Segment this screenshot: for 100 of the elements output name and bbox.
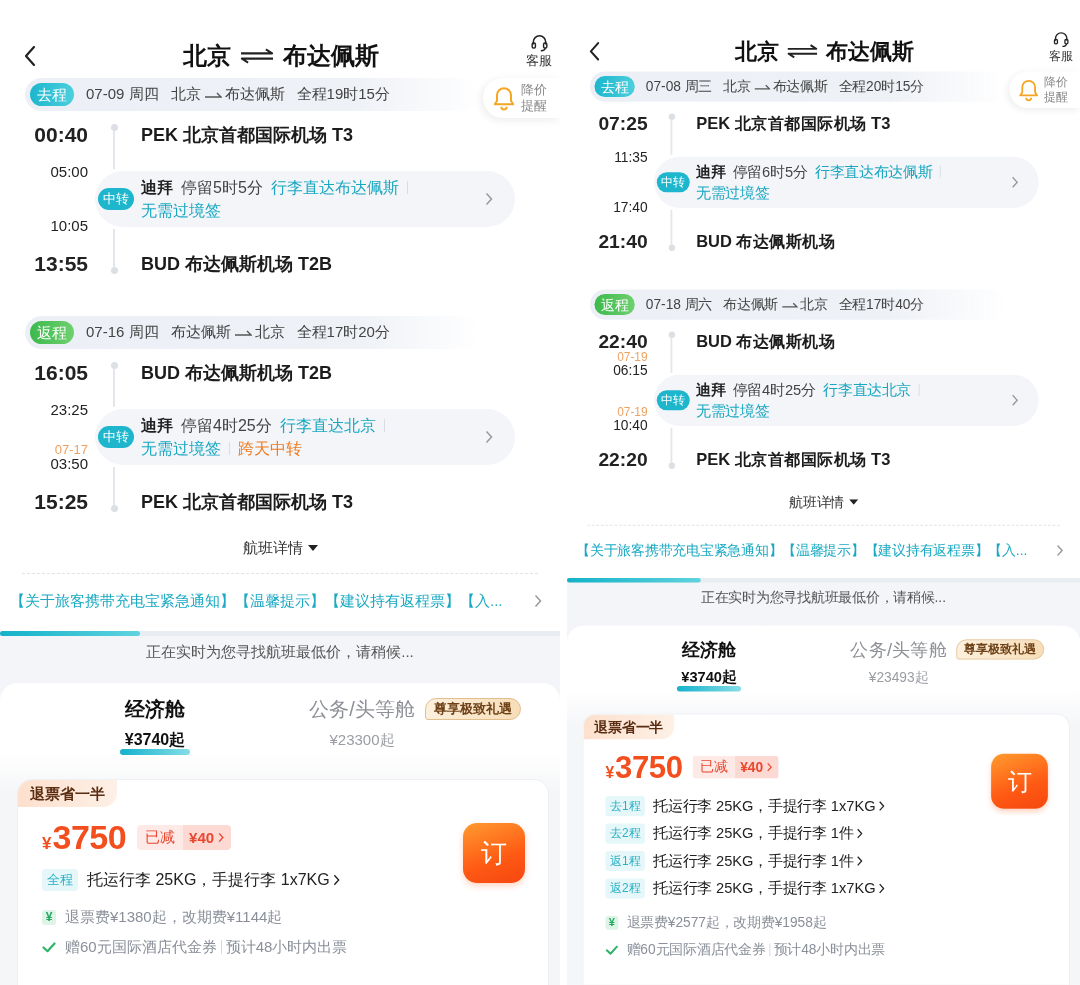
layover-duration: 停留6时5分	[732, 162, 808, 182]
promo-badge: 尊享极致礼遇	[956, 639, 1045, 660]
transfer-city: 迪拜	[696, 380, 726, 400]
route-destination: 北京	[254, 323, 285, 342]
round-trip-icon	[785, 43, 819, 59]
leg-date: 07-16 周四	[86, 323, 159, 342]
transfer-time: 03:50	[50, 456, 88, 472]
baggage-allowance-link[interactable]: 托运行李 25KG，手提行李 1件	[653, 823, 863, 844]
transfer-badge: 中转	[98, 426, 134, 448]
price-alert-button[interactable]: 降价提醒	[1009, 71, 1080, 109]
headset-icon	[1052, 30, 1070, 48]
baggage-allowance-link[interactable]: 托运行李 25KG，手提行李 1x7KG	[87, 869, 340, 891]
chevron-right-icon	[218, 831, 225, 843]
back-icon[interactable]	[24, 45, 36, 67]
airport-name: BUD 布达佩斯机场 T2B	[141, 362, 332, 384]
transfer-card[interactable]: 中转 迪拜 停留4时25分 行李直达北京 无需过境签 跨天中转	[95, 409, 515, 465]
transfer-note: 无需过境签	[141, 201, 221, 221]
arrival-time: 22:20	[598, 449, 648, 470]
cabin-tab[interactable]: 经济舱 ¥3740起	[676, 637, 742, 692]
chevron-right-icon	[332, 874, 340, 886]
timeline-connector	[110, 229, 118, 274]
baggage-allowance-link[interactable]: 托运行李 25KG，手提行李 1件	[653, 851, 863, 871]
segment-tag: 全程	[42, 869, 78, 891]
timeline-connector	[667, 427, 676, 469]
transfer-card[interactable]: 中转 迪拜 停留4时25分 行李直达北京 无需过境签	[654, 374, 1039, 426]
transfer-badge: 中转	[656, 172, 690, 193]
caret-down-icon	[848, 499, 858, 505]
cabin-tab[interactable]: 公务/头等舱 尊享极致礼遇 ¥23493起	[850, 637, 1045, 687]
airport-name: BUD 布达佩斯机场 T2B	[141, 253, 332, 275]
title-origin: 北京	[734, 37, 779, 66]
segment-tag: 返1程	[605, 850, 646, 872]
refund-promo-tag: 退票省一半	[583, 714, 675, 740]
airport-name: PEK 北京首都国际机场 T3	[696, 449, 891, 470]
back-icon[interactable]	[589, 41, 600, 62]
chevron-right-icon	[878, 883, 885, 894]
perk-text: 赠60元国际酒店代金券	[65, 937, 217, 957]
leg-date: 07-08 周三	[645, 77, 713, 96]
chevron-right-icon	[485, 430, 493, 444]
transfer-note: 无需过境签	[141, 439, 221, 459]
chevron-right-icon	[1011, 393, 1019, 407]
route-origin: 布达佩斯	[170, 323, 231, 342]
airport-name: BUD 布达佩斯机场	[696, 331, 836, 352]
timeline-connector	[667, 113, 676, 155]
cabin-tab[interactable]: 经济舱 ¥3740起	[120, 696, 190, 755]
refund-promo-tag: 退票省一半	[18, 780, 117, 807]
transfer-date: 07-19	[617, 351, 648, 363]
transfer-note: 无需过境签	[696, 402, 770, 421]
price-alert-button[interactable]: 降价提醒	[483, 78, 560, 118]
chevron-right-icon	[1056, 544, 1064, 557]
yen-icon: ¥	[42, 909, 56, 925]
route-origin: 北京	[170, 85, 201, 104]
customer-service-button[interactable]: 客服	[1048, 30, 1073, 64]
promo-badge: 尊享极致礼遇	[424, 698, 521, 720]
currency-symbol: ¥	[605, 763, 615, 783]
route-origin: 布达佩斯	[723, 295, 779, 314]
leg-duration: 全程19时15分	[296, 85, 390, 104]
segment-tag: 返2程	[605, 878, 646, 899]
route-destination: 布达佩斯	[772, 77, 828, 96]
transfer-time: 17:40	[613, 199, 648, 215]
baggage-allowance-link[interactable]: 托运行李 25KG，手提行李 1x7KG	[653, 796, 885, 816]
tab-underline	[120, 749, 190, 755]
arrival-time: 13:55	[34, 253, 88, 275]
transfer-time: 05:00	[50, 164, 88, 180]
check-icon	[605, 944, 619, 955]
transfer-time: 10:05	[50, 218, 88, 234]
yen-icon: ¥	[605, 915, 619, 930]
baggage-allowance-link[interactable]: 托运行李 25KG，手提行李 1x7KG	[653, 878, 885, 899]
route-origin: 北京	[723, 77, 751, 96]
leg-tag: 返程	[594, 294, 635, 316]
transfer-badge: 中转	[656, 390, 690, 411]
layover-duration: 停留5时5分	[181, 178, 263, 198]
transfer-note: 无需过境签	[696, 184, 770, 203]
flight-details-link[interactable]: 航班详情	[242, 538, 318, 558]
leg-duration: 全程17时20分	[296, 323, 390, 342]
transfer-badge: 中转	[98, 188, 134, 210]
transfer-card[interactable]: 中转 迪拜 停留6时5分 行李直达布达佩斯 无需过境签	[654, 156, 1039, 208]
transfer-city: 迪拜	[696, 162, 726, 182]
title-destination: 布达佩斯	[826, 37, 915, 66]
flight-details-link[interactable]: 航班详情	[789, 492, 858, 512]
route-destination: 北京	[800, 295, 828, 314]
perk-text: 预计48小时内出票	[225, 937, 348, 957]
cabin-tab[interactable]: 公务/头等舱 尊享极致礼遇 ¥23300起	[309, 696, 521, 750]
transfer-card[interactable]: 中转 迪拜 停留5时5分 行李直达布达佩斯 无需过境签	[95, 171, 515, 227]
transfer-city: 迪拜	[141, 416, 173, 436]
chevron-right-icon	[485, 192, 493, 206]
chevron-right-icon	[766, 761, 773, 772]
currency-symbol: ¥	[42, 834, 52, 854]
transfer-date: 07-19	[617, 406, 648, 418]
tab-underline	[676, 686, 742, 692]
transfer-note: 行李直达布达佩斯	[815, 162, 933, 182]
check-icon	[42, 941, 56, 953]
leg-duration: 全程20时15分	[838, 77, 925, 96]
airport-name: PEK 北京首都国际机场 T3	[141, 124, 354, 146]
transfer-time: 06:15	[613, 362, 648, 378]
layover-duration: 停留4时25分	[732, 380, 816, 400]
loading-message: 正在实时为您寻找航班最低价，请稍候...	[146, 642, 414, 662]
caret-down-icon	[307, 545, 318, 551]
customer-service-button[interactable]: 客服	[526, 33, 552, 69]
leg-date: 07-18 周六	[645, 295, 713, 314]
leg-tag: 去程	[30, 83, 74, 106]
